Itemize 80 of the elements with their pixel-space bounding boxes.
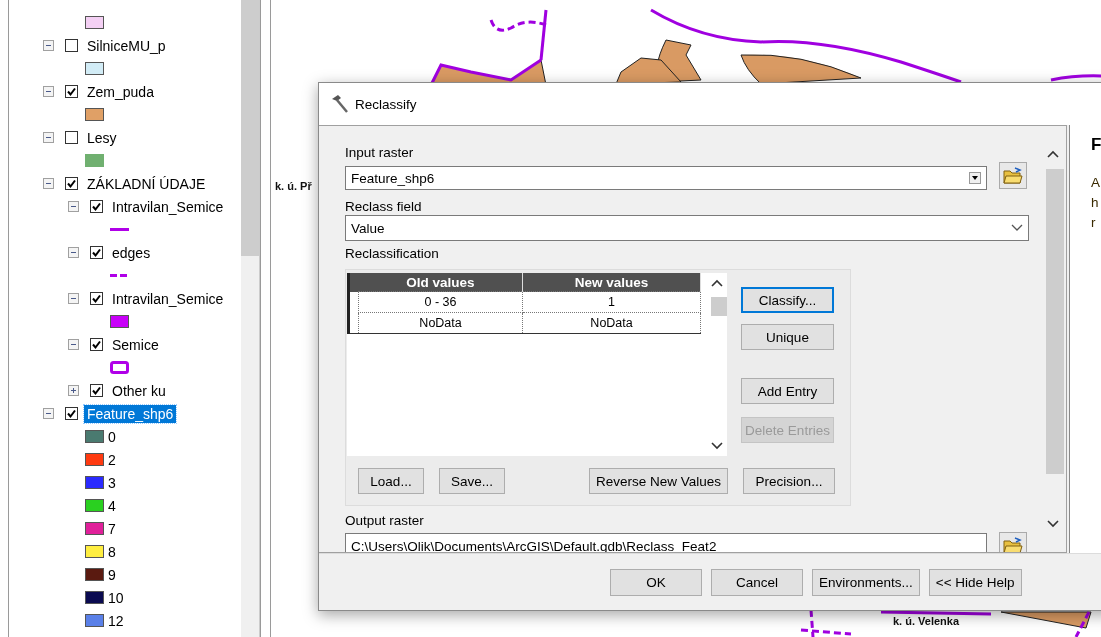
layer-name[interactable]: Feature_shp6 bbox=[84, 404, 177, 423]
scroll-down-icon[interactable] bbox=[711, 442, 723, 450]
browse-button[interactable] bbox=[999, 532, 1027, 552]
field-label: Reclassification bbox=[345, 246, 440, 262]
scroll-thumb[interactable] bbox=[1046, 169, 1064, 474]
dialog-button[interactable]: Save... bbox=[439, 468, 505, 494]
field-label: Output raster bbox=[345, 513, 425, 529]
layer-name[interactable]: Semice bbox=[109, 335, 162, 354]
layer-name[interactable]: Other ku bbox=[109, 381, 169, 400]
class-label: 10 bbox=[108, 589, 124, 606]
dialog-button[interactable]: Cancel bbox=[711, 568, 803, 596]
dialog-button[interactable]: Unique bbox=[741, 324, 834, 350]
dialog-button[interactable]: Reverse New Values bbox=[589, 468, 728, 494]
collapse-icon[interactable] bbox=[68, 247, 79, 258]
checkbox[interactable] bbox=[90, 200, 103, 213]
layer-name[interactable]: ZÁKLADNÍ ÚDAJE bbox=[84, 174, 209, 193]
checkbox[interactable] bbox=[65, 131, 78, 144]
collapse-icon[interactable] bbox=[43, 86, 54, 97]
collapse-icon[interactable] bbox=[68, 339, 79, 350]
dialog-button[interactable]: Classify... bbox=[741, 287, 834, 313]
help-text: A bbox=[1091, 174, 1101, 192]
dialog-button[interactable]: Environments... bbox=[812, 568, 920, 596]
scroll-thumb[interactable] bbox=[711, 297, 727, 316]
class-label: 2 bbox=[108, 451, 116, 468]
dialog-button[interactable]: Add Entry bbox=[741, 378, 834, 404]
checkbox[interactable] bbox=[90, 338, 103, 351]
field-label: Input raster bbox=[345, 145, 415, 161]
checkbox[interactable] bbox=[65, 85, 78, 98]
help-title: F bbox=[1091, 135, 1101, 155]
map-label: k. ú. Př bbox=[275, 180, 312, 192]
layer-name[interactable]: edges bbox=[109, 243, 154, 262]
layer-name[interactable]: Zem_puda bbox=[84, 82, 157, 101]
layer-name[interactable]: Intravilan_Semice bbox=[109, 289, 227, 308]
class-label: 9 bbox=[108, 566, 116, 583]
column-header: Old values bbox=[358, 273, 523, 292]
browse-button[interactable] bbox=[999, 162, 1027, 189]
expand-icon[interactable] bbox=[68, 385, 79, 396]
help-text: r bbox=[1091, 214, 1097, 232]
checkbox[interactable] bbox=[65, 177, 78, 190]
table-cell[interactable]: 0 - 36 bbox=[358, 291, 523, 313]
scroll-down-icon[interactable] bbox=[1047, 520, 1059, 528]
table-cell[interactable]: 1 bbox=[522, 291, 701, 313]
dialog-button[interactable]: Load... bbox=[358, 468, 424, 494]
checkbox[interactable] bbox=[90, 384, 103, 397]
collapse-icon[interactable] bbox=[68, 201, 79, 212]
class-label: 3 bbox=[108, 474, 116, 491]
class-label: 8 bbox=[108, 543, 116, 560]
scroll-thumb[interactable] bbox=[241, 0, 259, 256]
input-raster-dropdown[interactable]: Feature_shp6 bbox=[345, 166, 987, 190]
checkbox[interactable] bbox=[65, 39, 78, 52]
dialog-title: Reclassify bbox=[355, 96, 417, 112]
collapse-icon[interactable] bbox=[43, 132, 54, 143]
chevron-down-icon[interactable] bbox=[1011, 224, 1023, 232]
collapse-icon[interactable] bbox=[43, 178, 54, 189]
class-label: 12 bbox=[108, 612, 124, 629]
dialog-button[interactable]: Precision... bbox=[743, 468, 835, 494]
column-header: New values bbox=[522, 273, 701, 292]
collapse-icon[interactable] bbox=[43, 408, 54, 419]
field-label: Reclass field bbox=[345, 199, 423, 215]
layer-name[interactable]: Intravilan_Semice bbox=[109, 197, 227, 216]
scroll-up-icon[interactable] bbox=[1047, 150, 1059, 158]
class-label: 4 bbox=[108, 497, 116, 514]
layer-name[interactable]: Lesy bbox=[84, 128, 120, 147]
dialog-button[interactable]: << Hide Help bbox=[928, 568, 1022, 596]
dialog-button[interactable]: OK bbox=[610, 568, 702, 596]
layer-name[interactable]: SilniceMU_p bbox=[84, 36, 169, 55]
map-label: k. ú. Velenka bbox=[893, 615, 960, 627]
checkbox[interactable] bbox=[65, 407, 78, 420]
reclass-field-dropdown[interactable]: Value bbox=[345, 215, 1029, 241]
class-label: 0 bbox=[108, 428, 116, 445]
checkbox[interactable] bbox=[90, 292, 103, 305]
collapse-icon[interactable] bbox=[68, 293, 79, 304]
scroll-up-icon[interactable] bbox=[711, 279, 723, 287]
table-cell[interactable]: NoData bbox=[358, 312, 523, 334]
table-cell[interactable]: NoData bbox=[522, 312, 701, 334]
class-label: 7 bbox=[108, 520, 116, 537]
checkbox[interactable] bbox=[90, 246, 103, 259]
help-text: h bbox=[1091, 194, 1100, 212]
collapse-icon[interactable] bbox=[43, 40, 54, 51]
scrollbar[interactable] bbox=[241, 0, 260, 637]
